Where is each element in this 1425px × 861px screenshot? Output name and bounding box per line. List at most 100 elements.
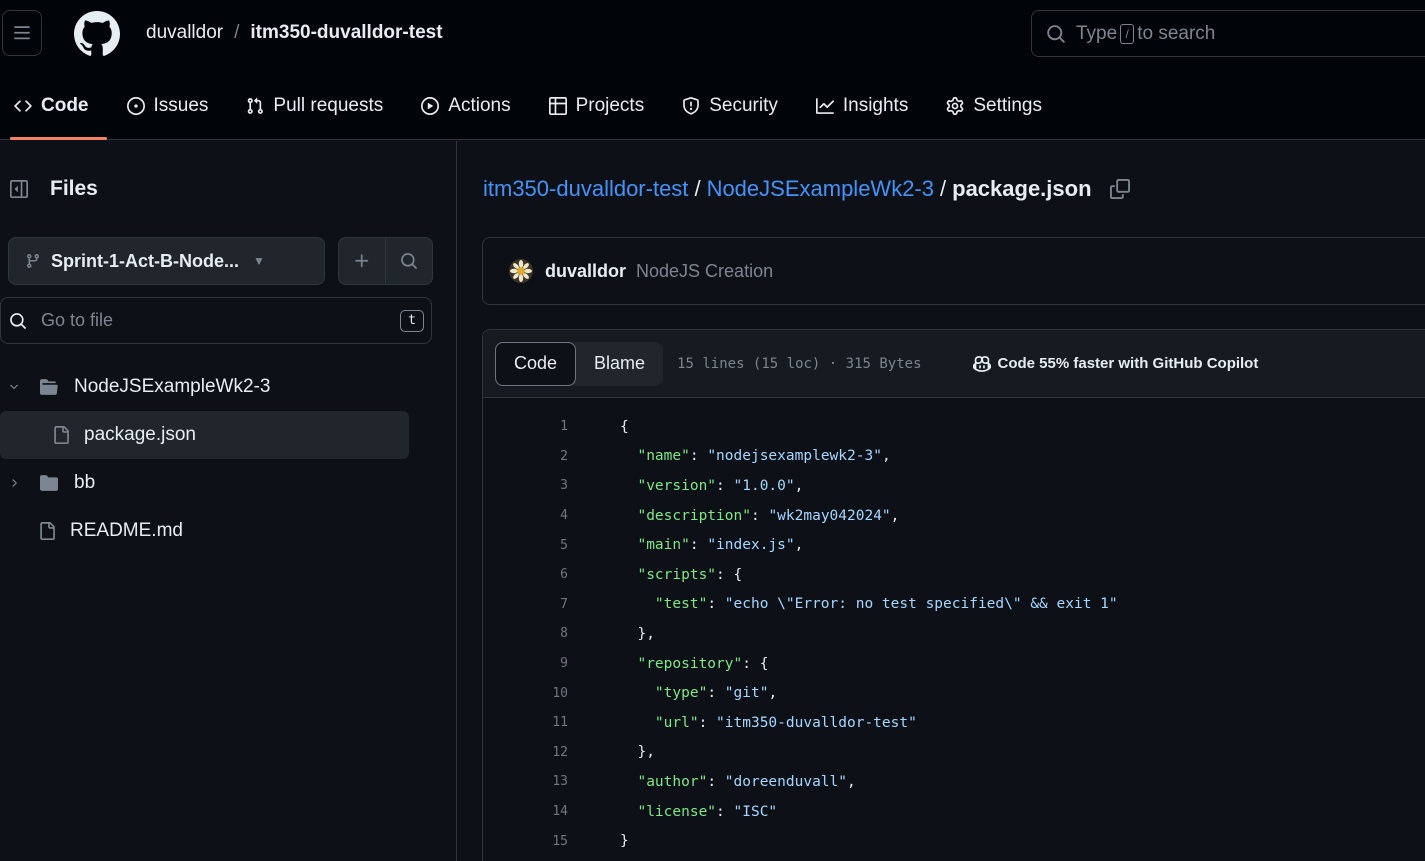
json-punctuation: : bbox=[750, 507, 769, 524]
json-punctuation bbox=[620, 774, 637, 790]
copy-icon[interactable] bbox=[1109, 179, 1130, 199]
line-number[interactable]: 3 bbox=[483, 478, 570, 493]
json-punctuation: , bbox=[794, 477, 804, 494]
chevron-right-icon bbox=[8, 477, 22, 489]
line-code: "repository": { bbox=[620, 656, 768, 672]
json-key: "type" bbox=[654, 685, 708, 702]
repo-nav: Code Issues Pull requests Actions Projec… bbox=[0, 84, 1080, 140]
json-key: "author" bbox=[637, 773, 708, 790]
owner-link[interactable]: duvalldor bbox=[146, 22, 223, 44]
go-to-file-input[interactable]: Go to file t bbox=[0, 297, 432, 344]
file-icon bbox=[52, 425, 70, 445]
tree-folder-nodejsexample[interactable]: NodeJSExampleWk2-3 bbox=[0, 363, 420, 411]
menu-button[interactable] bbox=[2, 10, 42, 56]
line-number[interactable]: 5 bbox=[483, 538, 570, 553]
hamburger-icon bbox=[14, 26, 30, 40]
line-number[interactable]: 4 bbox=[483, 508, 570, 523]
search-shortcut-key: / bbox=[1120, 23, 1135, 44]
go-to-file-placeholder: Go to file bbox=[41, 310, 114, 330]
json-string: "index.js" bbox=[707, 537, 795, 554]
tab-projects[interactable]: Projects bbox=[548, 84, 665, 128]
line-number[interactable]: 7 bbox=[483, 597, 570, 612]
commit-author-link[interactable]: duvalldor bbox=[545, 261, 626, 282]
json-string: "echo \"Error: no test specified\" && ex… bbox=[724, 596, 1118, 613]
line-number[interactable]: 13 bbox=[483, 774, 570, 789]
line-number[interactable]: 15 bbox=[483, 834, 570, 849]
search-icon bbox=[401, 253, 417, 269]
line-code: "url": "itm350-duvalldor-test" bbox=[620, 715, 917, 731]
tab-security[interactable]: Security bbox=[682, 84, 798, 128]
json-punctuation: }, bbox=[620, 744, 655, 761]
chevron-down-icon bbox=[8, 381, 22, 393]
repo-link[interactable]: itm350-duvalldor-test bbox=[250, 22, 442, 44]
search-files-button[interactable] bbox=[386, 238, 432, 284]
github-logo-icon[interactable] bbox=[74, 11, 120, 57]
line-number[interactable]: 1 bbox=[483, 419, 570, 434]
json-punctuation bbox=[620, 656, 637, 672]
tab-actions[interactable]: Actions bbox=[421, 84, 530, 128]
line-number[interactable]: 12 bbox=[483, 745, 570, 760]
breadcrumb-repo-link[interactable]: itm350-duvalldor-test bbox=[483, 176, 688, 202]
tab-label: Security bbox=[709, 95, 778, 116]
json-punctuation: : { bbox=[742, 655, 769, 672]
search-icon bbox=[10, 312, 26, 329]
line-code: "license": "ISC" bbox=[620, 804, 777, 820]
branch-selector-button[interactable]: Sprint-1-Act-B-Node... ▼ bbox=[8, 237, 325, 285]
copilot-promo-label: Code 55% faster with GitHub Copilot bbox=[997, 355, 1259, 372]
table-icon bbox=[548, 97, 567, 115]
json-punctuation bbox=[620, 715, 655, 731]
file-tree-sidebar: Files Sprint-1-Act-B-Node... ▼ Go to fil… bbox=[0, 141, 457, 861]
tab-code[interactable]: Code bbox=[10, 84, 109, 140]
line-code: "scripts": { bbox=[620, 567, 742, 583]
tree-item-label: bb bbox=[74, 472, 96, 493]
tree-item-label: README.md bbox=[70, 520, 183, 541]
tab-insights[interactable]: Insights bbox=[815, 84, 928, 128]
breadcrumb-separator: / bbox=[234, 22, 240, 43]
json-punctuation: : bbox=[716, 477, 734, 494]
line-code: }, bbox=[620, 625, 655, 642]
blame-view-button[interactable]: Blame bbox=[576, 342, 663, 386]
search-input[interactable]: Type / to search bbox=[1031, 10, 1425, 57]
files-title: Files bbox=[50, 177, 98, 200]
triangle-down-icon: ▼ bbox=[253, 254, 265, 268]
code-icon bbox=[14, 97, 32, 115]
json-punctuation: , bbox=[890, 507, 900, 524]
file-actions-group bbox=[338, 237, 433, 285]
json-key: "repository" bbox=[637, 655, 743, 672]
line-number[interactable]: 6 bbox=[483, 567, 570, 582]
add-file-button[interactable] bbox=[339, 238, 386, 284]
json-punctuation: : { bbox=[716, 566, 743, 583]
tab-settings[interactable]: Settings bbox=[946, 84, 1062, 128]
commit-message-link[interactable]: NodeJS Creation bbox=[636, 261, 773, 282]
line-number[interactable]: 9 bbox=[483, 656, 570, 671]
line-number[interactable]: 11 bbox=[483, 715, 570, 730]
file-toolbar: Code Blame 15 lines (15 loc) · 315 Bytes… bbox=[483, 330, 1425, 398]
json-punctuation: }, bbox=[620, 625, 655, 642]
json-key: "version" bbox=[637, 477, 717, 494]
copilot-promo-link[interactable]: Code 55% faster with GitHub Copilot bbox=[972, 355, 1259, 373]
tree-folder-bb[interactable]: bb bbox=[0, 459, 420, 507]
json-punctuation: : bbox=[689, 448, 708, 465]
view-mode-toggle: Code Blame bbox=[495, 341, 664, 386]
json-string: "ISC" bbox=[733, 803, 778, 820]
code-line: 4 "description": "wk2may042024", bbox=[483, 501, 1425, 531]
sidebar-collapse-icon[interactable] bbox=[10, 180, 28, 198]
search-placeholder-prefix: Type bbox=[1076, 22, 1118, 44]
code-view-button[interactable]: Code bbox=[495, 341, 577, 386]
avatar[interactable] bbox=[509, 259, 533, 283]
line-number[interactable]: 14 bbox=[483, 804, 570, 819]
code-line: 1{ bbox=[483, 412, 1425, 442]
breadcrumb-folder-link[interactable]: NodeJSExampleWk2-3 bbox=[707, 176, 934, 202]
line-number[interactable]: 8 bbox=[483, 626, 570, 641]
tab-issues[interactable]: Issues bbox=[126, 84, 229, 128]
files-header: Files bbox=[10, 177, 98, 201]
code-line: 15} bbox=[483, 826, 1425, 856]
line-number[interactable]: 10 bbox=[483, 686, 570, 701]
repo-breadcrumb: duvalldor / itm350-duvalldor-test bbox=[146, 22, 443, 44]
tree-file-package-json[interactable]: package.json bbox=[0, 411, 409, 459]
line-number[interactable]: 2 bbox=[483, 449, 570, 464]
tab-label: Projects bbox=[575, 95, 645, 116]
tree-item-label: package.json bbox=[84, 424, 196, 445]
tab-pull-requests[interactable]: Pull requests bbox=[246, 84, 403, 128]
tree-file-readme[interactable]: README.md bbox=[0, 507, 420, 555]
